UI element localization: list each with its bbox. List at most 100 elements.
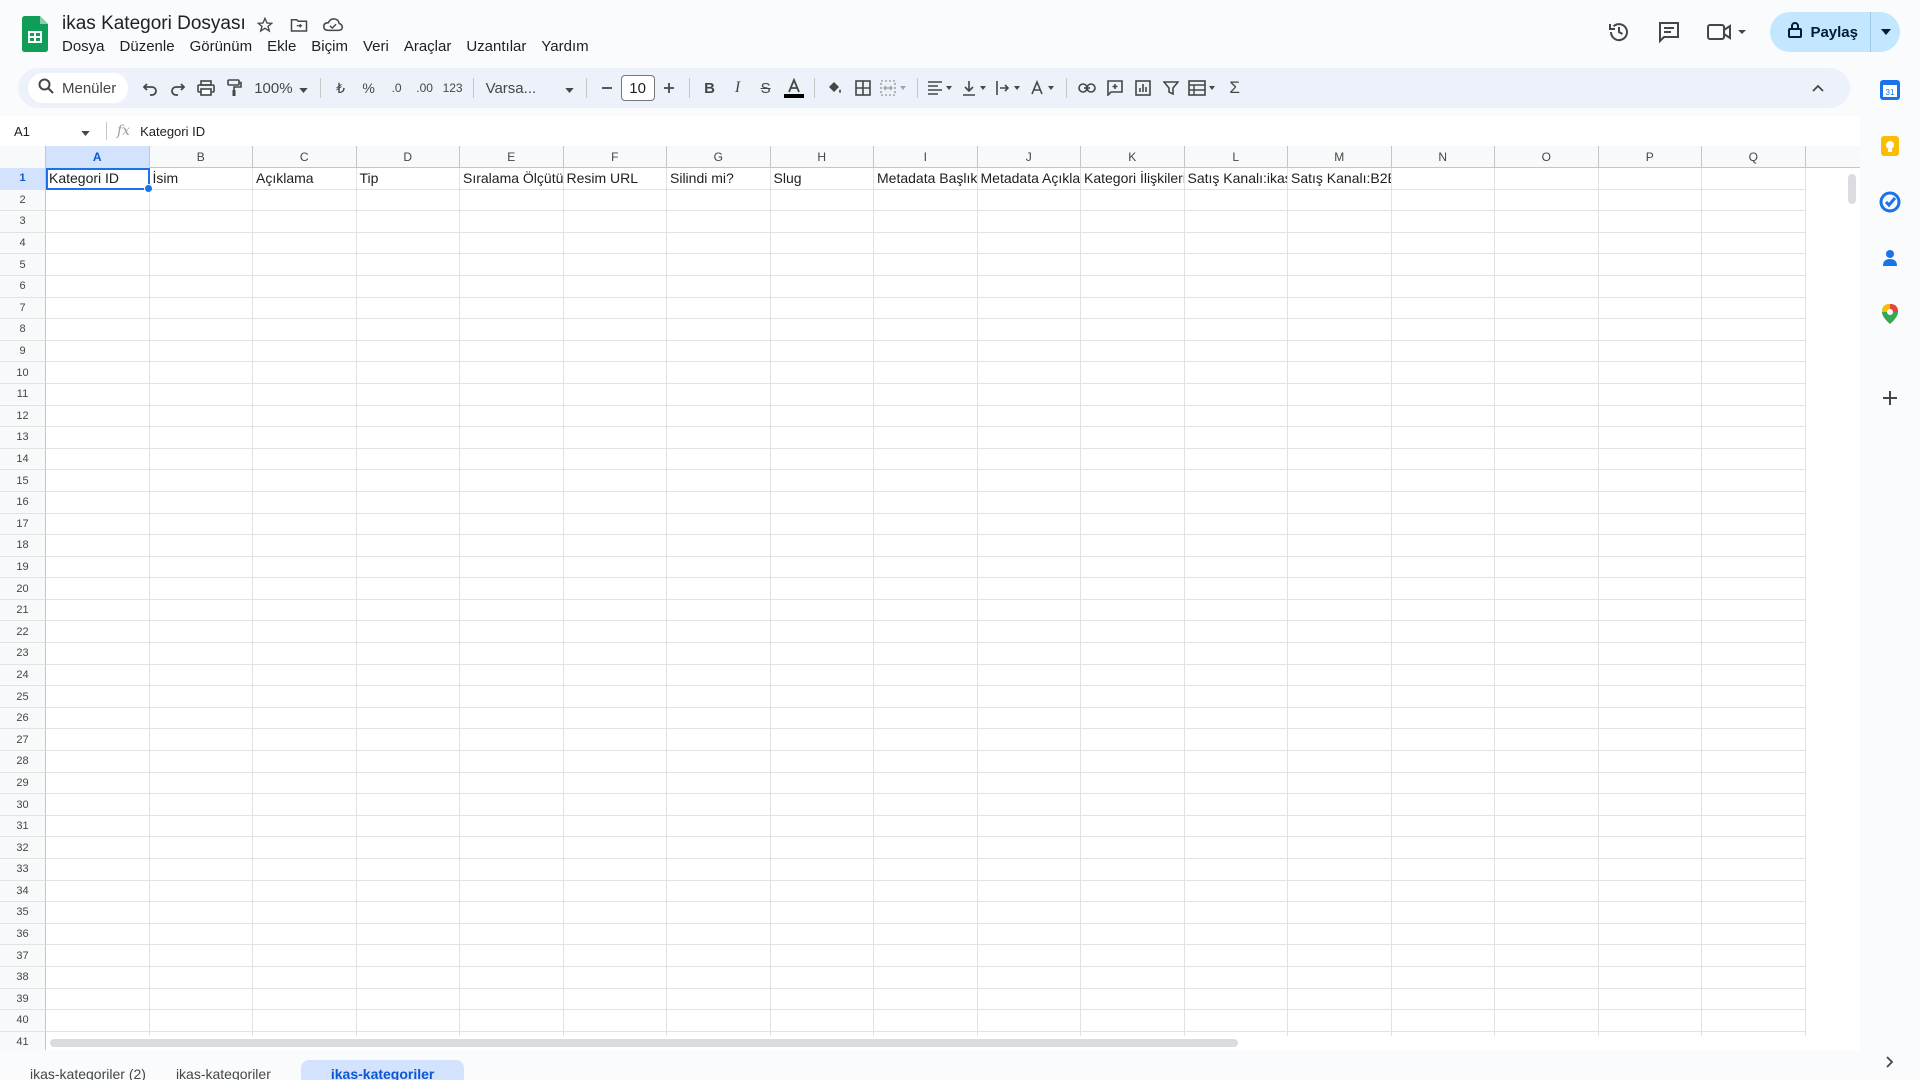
cell-e28[interactable] — [460, 751, 564, 773]
cell-k29[interactable] — [1081, 772, 1185, 795]
cell-b27[interactable] — [149, 729, 253, 752]
cell-i36[interactable] — [874, 923, 978, 946]
row-header[interactable]: 23 — [0, 643, 46, 665]
cell-n26[interactable] — [1391, 707, 1495, 730]
cell-m33[interactable] — [1288, 859, 1392, 881]
cell-b13[interactable] — [149, 427, 253, 449]
cell-q28[interactable] — [1702, 751, 1806, 773]
cell-i8[interactable] — [874, 319, 978, 341]
cell-o36[interactable] — [1495, 923, 1599, 946]
cell-g36[interactable] — [667, 923, 771, 946]
menu-format[interactable]: Biçim — [311, 38, 348, 55]
cell-k21[interactable] — [1081, 599, 1185, 622]
cell-o3[interactable] — [1495, 211, 1599, 233]
cell-l15[interactable] — [1184, 470, 1288, 492]
sheet-tab-active[interactable]: ikas-kategoriler — [300, 1060, 465, 1080]
cell-a28[interactable] — [46, 751, 150, 773]
cell-d33[interactable] — [356, 859, 460, 881]
cell-m4[interactable] — [1288, 232, 1392, 255]
row-header[interactable]: 40 — [0, 1010, 46, 1032]
cell-h20[interactable] — [770, 578, 874, 600]
cell-n40[interactable] — [1391, 1010, 1495, 1032]
cell-f30[interactable] — [563, 794, 667, 816]
menu-help[interactable]: Yardım — [541, 38, 588, 55]
cell-f19[interactable] — [563, 556, 667, 579]
cell-m29[interactable] — [1288, 772, 1392, 795]
column-header-k[interactable]: K — [1081, 146, 1185, 168]
cell-i26[interactable] — [874, 707, 978, 730]
cell-e3[interactable] — [460, 211, 564, 233]
cell-l23[interactable] — [1184, 643, 1288, 665]
cell-g7[interactable] — [667, 297, 771, 320]
cell-e37[interactable] — [460, 945, 564, 967]
font-size-decrease-icon[interactable] — [593, 74, 621, 102]
cell-g39[interactable] — [667, 988, 771, 1011]
cell-p11[interactable] — [1598, 383, 1702, 406]
menu-data[interactable]: Veri — [363, 38, 389, 55]
cell-c21[interactable] — [253, 599, 357, 622]
cell-m27[interactable] — [1288, 729, 1392, 752]
menu-view[interactable]: Görünüm — [190, 38, 253, 55]
row-header[interactable]: 21 — [0, 599, 46, 622]
cell-q10[interactable] — [1702, 362, 1806, 384]
cell-n31[interactable] — [1391, 815, 1495, 838]
cell-a30[interactable] — [46, 794, 150, 816]
cell-l3[interactable] — [1184, 211, 1288, 233]
cell-o23[interactable] — [1495, 643, 1599, 665]
cell-o4[interactable] — [1495, 232, 1599, 255]
cell-q20[interactable] — [1702, 578, 1806, 600]
cell-j1[interactable]: Metadata Açıklaı — [977, 168, 1081, 190]
cell-k32[interactable] — [1081, 837, 1185, 859]
cell-h6[interactable] — [770, 275, 874, 298]
cell-h13[interactable] — [770, 427, 874, 449]
cell-c31[interactable] — [253, 815, 357, 838]
cell-j28[interactable] — [977, 751, 1081, 773]
cell-i30[interactable] — [874, 794, 978, 816]
cell-e6[interactable] — [460, 275, 564, 298]
cell-j23[interactable] — [977, 643, 1081, 665]
cell-f32[interactable] — [563, 837, 667, 859]
cell-d21[interactable] — [356, 599, 460, 622]
cell-p3[interactable] — [1598, 211, 1702, 233]
cell-g35[interactable] — [667, 902, 771, 924]
cell-b4[interactable] — [149, 232, 253, 255]
number-format-button[interactable]: 123 — [439, 74, 467, 102]
cell-n13[interactable] — [1391, 427, 1495, 449]
sheet-tab[interactable]: ikas-kategoriler — [176, 1060, 271, 1080]
cell-b12[interactable] — [149, 405, 253, 428]
cell-d9[interactable] — [356, 340, 460, 363]
cell-l5[interactable] — [1184, 254, 1288, 276]
cell-o11[interactable] — [1495, 383, 1599, 406]
cell-c37[interactable] — [253, 945, 357, 967]
cell-o33[interactable] — [1495, 859, 1599, 881]
cell-f4[interactable] — [563, 232, 667, 255]
column-header-g[interactable]: G — [667, 146, 771, 168]
cell-p14[interactable] — [1598, 448, 1702, 471]
cell-n22[interactable] — [1391, 621, 1495, 644]
cell-n28[interactable] — [1391, 751, 1495, 773]
cell-p40[interactable] — [1598, 1010, 1702, 1032]
cell-i9[interactable] — [874, 340, 978, 363]
cell-q8[interactable] — [1702, 319, 1806, 341]
cell-g22[interactable] — [667, 621, 771, 644]
cell-l4[interactable] — [1184, 232, 1288, 255]
cell-q11[interactable] — [1702, 383, 1806, 406]
cell-o35[interactable] — [1495, 902, 1599, 924]
cell-p28[interactable] — [1598, 751, 1702, 773]
cell-m25[interactable] — [1288, 686, 1392, 708]
cell-q2[interactable] — [1702, 189, 1806, 212]
cell-d19[interactable] — [356, 556, 460, 579]
cell-p5[interactable] — [1598, 254, 1702, 276]
cell-l29[interactable] — [1184, 772, 1288, 795]
cell-l28[interactable] — [1184, 751, 1288, 773]
keep-icon[interactable] — [1878, 134, 1902, 158]
cell-e11[interactable] — [460, 383, 564, 406]
cell-c17[interactable] — [253, 513, 357, 536]
increase-decimal-button[interactable]: .00 — [411, 74, 439, 102]
cell-l19[interactable] — [1184, 556, 1288, 579]
cell-f26[interactable] — [563, 707, 667, 730]
cell-g40[interactable] — [667, 1010, 771, 1032]
cell-c35[interactable] — [253, 902, 357, 924]
insert-comment-icon[interactable] — [1101, 74, 1129, 102]
cell-f38[interactable] — [563, 966, 667, 989]
